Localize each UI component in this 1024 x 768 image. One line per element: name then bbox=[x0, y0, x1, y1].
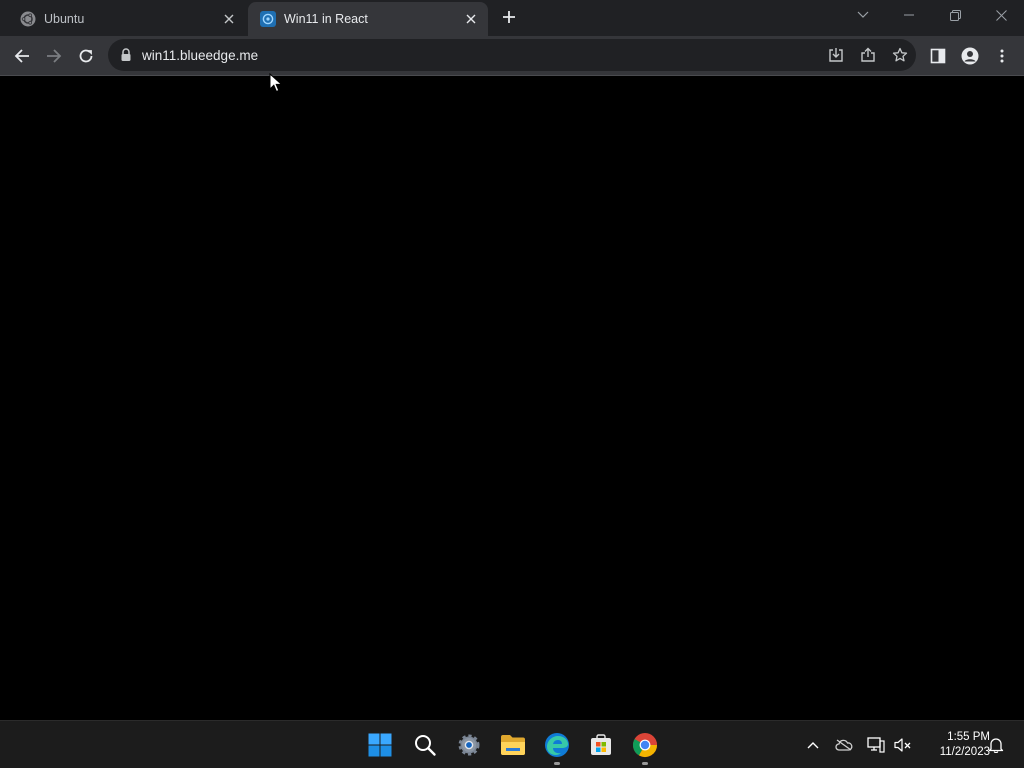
close-tab-icon[interactable] bbox=[462, 10, 480, 28]
start-button[interactable] bbox=[364, 729, 396, 761]
browser-toolbar: win11.blueedge.me bbox=[0, 36, 1024, 76]
onedrive-button[interactable] bbox=[834, 735, 854, 755]
volume-button[interactable] bbox=[893, 735, 913, 755]
start-icon bbox=[368, 733, 392, 757]
network-button[interactable] bbox=[866, 735, 886, 755]
new-tab-button[interactable] bbox=[499, 7, 519, 27]
side-panel-icon bbox=[930, 48, 946, 64]
address-bar[interactable]: win11.blueedge.me bbox=[108, 39, 916, 71]
avatar-icon bbox=[961, 47, 979, 65]
running-indicator bbox=[642, 762, 648, 765]
settings-icon bbox=[458, 734, 480, 756]
settings-button[interactable] bbox=[453, 729, 485, 761]
forward-button[interactable] bbox=[40, 42, 68, 70]
share-icon[interactable] bbox=[852, 39, 884, 71]
store-button[interactable] bbox=[585, 729, 617, 761]
profile-button[interactable] bbox=[956, 42, 984, 70]
show-hidden-icons-button[interactable] bbox=[803, 735, 823, 755]
mouse-cursor-icon bbox=[269, 73, 283, 93]
clock-time: 1:55 PM bbox=[947, 731, 990, 743]
restore-icon bbox=[949, 9, 961, 21]
bell-icon bbox=[988, 738, 1004, 753]
clock[interactable]: 1:55 PM 11/2/2023 bbox=[918, 730, 990, 760]
ubuntu-logo-icon bbox=[20, 11, 36, 27]
close-window-button[interactable] bbox=[978, 0, 1024, 30]
menu-button[interactable] bbox=[988, 42, 1016, 70]
back-button[interactable] bbox=[8, 42, 36, 70]
tab-ubuntu[interactable]: Ubuntu bbox=[8, 2, 246, 36]
tab-win11-in-react[interactable]: Win11 in React bbox=[248, 2, 488, 36]
store-icon bbox=[591, 734, 611, 755]
edge-button[interactable] bbox=[541, 729, 573, 765]
reload-icon bbox=[79, 49, 93, 63]
file-explorer-icon bbox=[501, 735, 525, 755]
file-explorer-button[interactable] bbox=[497, 729, 529, 761]
cloud-offline-icon bbox=[835, 739, 853, 751]
volume-muted-icon bbox=[894, 738, 911, 752]
minimize-button[interactable] bbox=[886, 0, 932, 30]
url-text[interactable]: win11.blueedge.me bbox=[142, 48, 258, 63]
chrome-icon bbox=[632, 733, 657, 758]
plus-icon bbox=[503, 11, 515, 23]
search-button[interactable] bbox=[409, 729, 441, 761]
notifications-button[interactable] bbox=[986, 735, 1006, 755]
minimize-icon bbox=[904, 14, 914, 16]
chevron-up-icon bbox=[807, 742, 819, 749]
running-indicator bbox=[554, 762, 560, 765]
restore-button[interactable] bbox=[932, 0, 978, 30]
lock-icon[interactable] bbox=[120, 48, 134, 62]
tab-search-button[interactable] bbox=[840, 0, 886, 30]
tab-title: Ubuntu bbox=[44, 12, 85, 26]
edge-icon bbox=[545, 733, 569, 757]
arrow-left-icon bbox=[14, 49, 29, 63]
close-tab-icon[interactable] bbox=[220, 10, 238, 28]
tab-title: Win11 in React bbox=[284, 12, 368, 26]
search-icon bbox=[415, 735, 436, 756]
page-content[interactable] bbox=[0, 77, 1024, 720]
side-panel-button[interactable] bbox=[924, 42, 952, 70]
win11-react-favicon-icon bbox=[260, 11, 276, 27]
tab-strip: Ubuntu Win11 in React bbox=[0, 0, 1024, 36]
chevron-down-icon bbox=[857, 11, 869, 18]
windows-taskbar: 1:55 PM 11/2/2023 bbox=[0, 720, 1024, 768]
arrow-right-icon bbox=[47, 49, 62, 63]
close-icon bbox=[995, 9, 1007, 21]
install-app-icon[interactable] bbox=[820, 39, 852, 71]
reload-button[interactable] bbox=[72, 42, 100, 70]
kebab-menu-icon bbox=[1000, 49, 1004, 63]
clock-date: 11/2/2023 bbox=[939, 746, 990, 758]
network-icon bbox=[867, 737, 885, 753]
chrome-button[interactable] bbox=[629, 729, 661, 765]
bookmark-star-icon[interactable] bbox=[884, 39, 916, 71]
